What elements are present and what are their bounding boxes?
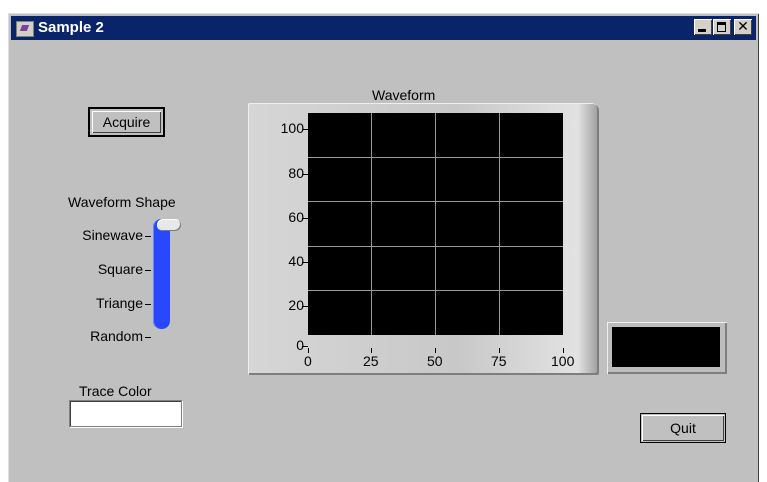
x-tick-label: 50	[427, 353, 443, 369]
shape-tick	[145, 337, 151, 338]
waveform-shape-label: Waveform Shape	[68, 194, 176, 210]
waveform-shape-slider[interactable]	[153, 219, 170, 329]
y-tick-label: 40	[288, 253, 304, 269]
x-tick-label: 0	[304, 353, 312, 369]
trace-color-label: Trace Color	[79, 383, 152, 399]
y-tick-label: 0	[296, 337, 304, 353]
shape-tick	[145, 270, 151, 271]
x-tick-label: 100	[551, 353, 575, 369]
acquire-button[interactable]: Acquire	[88, 107, 165, 137]
x-tick-label: 75	[491, 353, 507, 369]
grid-line	[308, 246, 563, 247]
x-tick-label: 25	[363, 353, 379, 369]
grid-line	[499, 113, 500, 335]
y-tick-label: 20	[288, 297, 304, 313]
waveform-plot-area[interactable]	[308, 113, 563, 335]
slider-knob[interactable]	[157, 219, 181, 231]
y-tick-label: 80	[288, 165, 304, 181]
y-tick	[302, 262, 308, 263]
grid-line	[435, 113, 436, 335]
shape-tick	[145, 304, 151, 305]
shape-tick	[145, 236, 151, 237]
y-tick	[302, 174, 308, 175]
minimize-icon[interactable]	[694, 19, 712, 35]
quit-button-label: Quit	[642, 415, 724, 441]
grid-line	[308, 201, 563, 202]
shape-option-random[interactable]: Random	[90, 328, 143, 344]
y-tick	[302, 306, 308, 307]
close-icon[interactable]: ✕	[734, 19, 752, 35]
app-icon[interactable]	[16, 21, 34, 37]
y-tick	[302, 346, 308, 347]
grid-line	[371, 113, 372, 335]
y-tick-label: 60	[288, 209, 304, 225]
grid-line	[308, 157, 563, 158]
window-title: Sample 2	[38, 19, 104, 36]
color-indicator-display	[612, 327, 720, 367]
title-bar[interactable]: Sample 2 ✕	[11, 16, 756, 40]
trace-color-box[interactable]	[69, 400, 182, 427]
shape-option-sinewave[interactable]: Sinewave	[82, 227, 143, 243]
shape-option-square[interactable]: Square	[98, 261, 143, 277]
y-tick	[302, 218, 308, 219]
y-tick-label: 100	[280, 120, 304, 136]
acquire-button-label: Acquire	[92, 111, 161, 133]
y-tick	[302, 129, 308, 130]
waveform-title: Waveform	[372, 87, 436, 103]
color-indicator	[607, 322, 727, 374]
maximize-icon[interactable]	[713, 19, 731, 35]
quit-button[interactable]: Quit	[640, 413, 726, 443]
shape-option-triange[interactable]: Triange	[96, 295, 143, 311]
grid-line	[308, 290, 563, 291]
